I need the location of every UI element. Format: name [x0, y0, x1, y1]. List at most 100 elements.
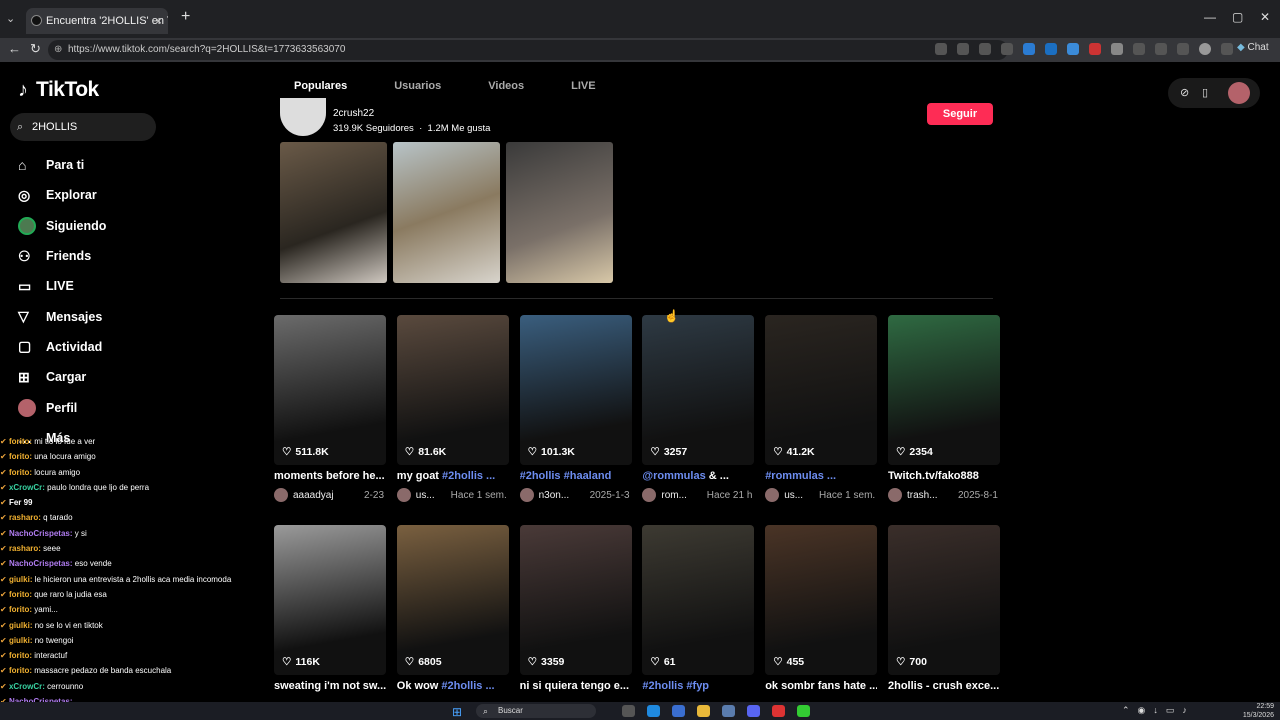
search-input[interactable]: ⌕ 2HOLLIS [10, 113, 156, 141]
hashtag-link[interactable]: #2hollis #fyp [642, 680, 709, 692]
back-icon[interactable]: ← [8, 41, 21, 56]
author-avatar[interactable] [642, 488, 657, 502]
video-caption[interactable]: my goat #2hollis ... [397, 470, 509, 482]
user-video-thumb[interactable] [393, 142, 500, 283]
video-caption[interactable]: #rommulas ... [765, 470, 877, 482]
author-avatar[interactable] [274, 488, 288, 502]
video-thumbnail[interactable]: ♡ 2354 [888, 315, 1000, 465]
system-tray-icons[interactable]: ⌃◉↓▭♪ [1122, 705, 1195, 716]
video-card[interactable]: ♡ 116K sweating i'm not sw... [274, 525, 386, 692]
hashtag-link[interactable]: #2hollis #haaland [520, 470, 612, 482]
tab-live[interactable]: LIVE [571, 80, 595, 92]
sidebar-item-mensajes[interactable]: ▽ Mensajes [18, 301, 218, 331]
more-options-icon[interactable] [1221, 43, 1233, 55]
tiktok-logo[interactable]: ♪ TikTok [18, 78, 99, 102]
video-caption[interactable]: Twitch.tv/fako888 [888, 470, 1000, 482]
video-thumbnail[interactable]: ♡ 41.2K [765, 315, 878, 465]
user-avatar[interactable] [280, 98, 326, 136]
follow-button[interactable]: Seguir [927, 103, 993, 125]
device-icon[interactable]: ▯ [1202, 86, 1208, 99]
browser-tab[interactable]: Encuentra '2HOLLIS' en TikTok | Bu × [26, 8, 168, 34]
author-avatar[interactable] [519, 488, 534, 502]
sidebar-item-explorar[interactable]: ◎ Explorar [18, 180, 218, 210]
author-name[interactable]: us... [416, 490, 435, 501]
hashtag-link[interactable]: #2hollis ... [441, 680, 494, 692]
app-icon[interactable] [797, 705, 810, 717]
minimize-icon[interactable]: — [1204, 10, 1216, 24]
sidebar-item-perfil[interactable]: Perfil [18, 392, 218, 422]
window-close-icon[interactable]: ✕ [1260, 10, 1270, 24]
video-caption[interactable]: #2hollis #haaland [520, 470, 632, 482]
split-screen-icon[interactable] [1155, 43, 1167, 55]
store-icon[interactable] [672, 705, 685, 717]
user-video-thumb[interactable] [280, 142, 387, 283]
video-thumbnail[interactable]: ♡ 511.8K [274, 315, 386, 465]
tab-close-icon[interactable]: × [155, 8, 162, 34]
new-tab-button[interactable]: + [181, 8, 190, 26]
taskbar-search[interactable]: ⌕ Buscar [476, 704, 596, 718]
author-avatar[interactable] [396, 488, 411, 502]
user-handle[interactable]: 2crush22 [333, 108, 374, 119]
video-card[interactable]: ♡ 41.2K #rommulas ... us... Hace 1 sem. [765, 315, 878, 502]
tab-usuarios[interactable]: Usuarios [394, 80, 441, 92]
author-name[interactable]: aaaadyaj [293, 490, 334, 501]
extension-icon[interactable] [1045, 43, 1057, 55]
task-view-icon[interactable] [622, 705, 635, 717]
video-card[interactable]: ♡ 6805 Ok wow #2hollis ... [396, 525, 509, 692]
url-field[interactable]: ⊕ https://www.tiktok.com/search?q=2HOLLI… [48, 40, 1008, 60]
sidebar-item-cargar[interactable]: ⊞ Cargar [18, 362, 218, 392]
extensions-puzzle-icon[interactable] [1133, 43, 1145, 55]
video-thumbnail[interactable]: ♡ 700 [888, 525, 1000, 675]
translate-icon[interactable] [935, 43, 947, 55]
user-video-thumb[interactable] [506, 142, 613, 283]
reader-icon[interactable] [957, 43, 969, 55]
author-avatar[interactable] [888, 488, 902, 502]
copilot-chat-button[interactable]: ◆ Chat [1237, 42, 1269, 53]
file-explorer-icon[interactable] [697, 705, 710, 717]
video-thumbnail[interactable]: ♡ 3359 [519, 525, 632, 675]
maximize-icon[interactable]: ▢ [1232, 10, 1243, 24]
sidebar-item-friends[interactable]: ⚇ Friends [18, 241, 218, 271]
video-card[interactable]: ♡ 81.6K my goat #2hollis ... us... Hace 1 se… [396, 315, 509, 502]
video-caption[interactable]: ok sombr fans hate ... [765, 680, 877, 692]
video-caption[interactable]: ni si quiera tengo e... [520, 680, 632, 692]
tab-list-chevron-icon[interactable]: ⌄ [6, 12, 15, 25]
author-name[interactable]: rom... [661, 490, 687, 501]
video-caption[interactable]: #2hollis #fyp [642, 680, 754, 692]
extension-icon[interactable] [1111, 43, 1123, 55]
hashtag-link[interactable]: #rommulas ... [765, 470, 836, 482]
taskbar-clock[interactable]: 22:59 15/3/2026 [1243, 702, 1274, 720]
extension-icon[interactable] [1023, 43, 1035, 55]
tab-populares[interactable]: Populares [294, 80, 347, 92]
site-info-icon[interactable]: ⊕ [54, 40, 62, 60]
author-name[interactable]: n3on... [539, 490, 570, 501]
sidebar-item-siguiendo[interactable]: Siguiendo [18, 211, 218, 241]
zoom-icon[interactable] [979, 43, 991, 55]
video-thumbnail[interactable]: ♡ 116K [274, 525, 386, 675]
settings-icon[interactable] [722, 705, 735, 717]
sidebar-item-live[interactable]: ▭ LIVE [18, 271, 218, 301]
video-card[interactable]: ♡ 61 #2hollis #fyp [642, 525, 755, 692]
extension-icon[interactable] [1067, 43, 1079, 55]
hashtag-link[interactable]: #2hollis ... [442, 470, 495, 482]
discord-icon[interactable] [747, 705, 760, 717]
video-card[interactable]: ♡ 700 2hollis - crush exce... [888, 525, 1000, 692]
video-card[interactable]: ♡ 101.3K #2hollis #haaland n3on... 2025-1-3 [519, 315, 632, 502]
video-card[interactable]: ♡ 3359 ni si quiera tengo e... [519, 525, 632, 692]
windows-start-icon[interactable]: ⊞ [452, 705, 462, 719]
video-card[interactable]: ♡ 2354 Twitch.tv/fako888 trash... 2025-8-1 [888, 315, 1000, 502]
mention-link[interactable]: @rommulas [642, 470, 705, 482]
video-thumbnail[interactable]: ♡ 3257 [642, 315, 755, 465]
extension-icon[interactable] [1089, 43, 1101, 55]
edge-icon[interactable] [647, 705, 660, 717]
video-caption[interactable]: moments before he... [274, 470, 386, 482]
compass-icon[interactable]: ⊘ [1180, 86, 1189, 99]
favorite-star-icon[interactable] [1001, 43, 1013, 55]
video-thumbnail[interactable]: ♡ 6805 [396, 525, 509, 675]
video-caption[interactable]: sweating i'm not sw... [274, 680, 386, 692]
video-thumbnail[interactable]: ♡ 81.6K [396, 315, 509, 465]
collections-icon[interactable] [1177, 43, 1189, 55]
video-thumbnail[interactable]: ♡ 61 [642, 525, 755, 675]
author-name[interactable]: trash... [907, 490, 938, 501]
reload-icon[interactable]: ↻ [30, 41, 41, 57]
